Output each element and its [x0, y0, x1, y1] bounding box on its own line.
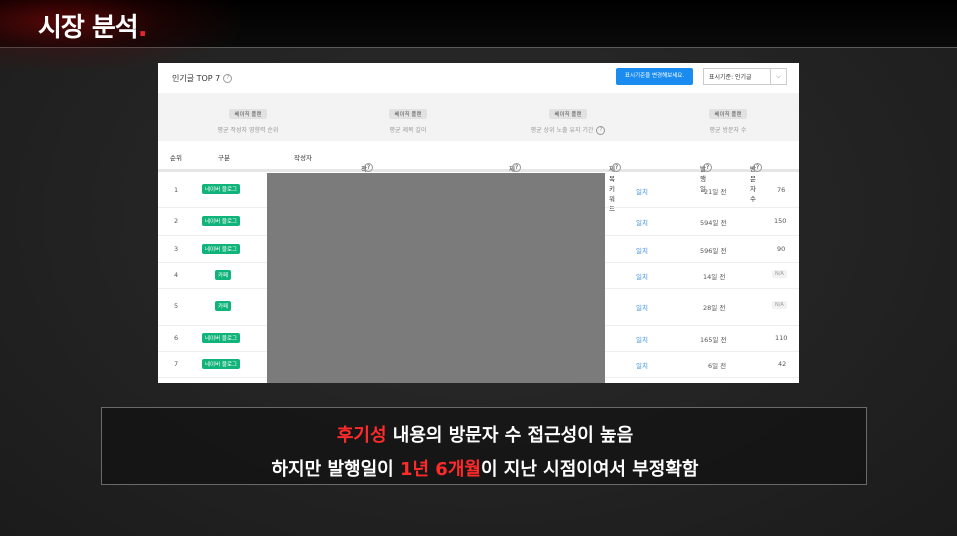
publish-date-cell: 165일 전	[700, 336, 727, 344]
visitors-cell: 76	[777, 186, 786, 194]
publish-date-cell: 28일 전	[703, 304, 726, 312]
keyword-match-link[interactable]: 일치	[636, 245, 648, 255]
keyword-match-link[interactable]: 일치	[636, 271, 648, 281]
caption-highlight: 후기성	[336, 425, 387, 446]
type-badge: 카페	[215, 301, 232, 311]
keyword-match-link[interactable]: 일치	[636, 217, 648, 227]
visitors-cell: 150	[774, 217, 787, 225]
type-badge: 카페	[215, 270, 232, 280]
plan-badge: 베이직 플랜	[389, 109, 427, 119]
visitors-na-badge: N/A	[772, 270, 787, 278]
publish-date-cell: 6일 전	[708, 362, 727, 370]
summary-label: 평균 상위 노출 유지 기간?	[493, 125, 643, 135]
summary-label: 평균 작성자 영향력 순위	[217, 127, 279, 134]
visitors-cell: 42	[778, 360, 787, 368]
rank-cell: 4	[174, 271, 179, 279]
change-criteria-button[interactable]: 표시기준을 변경해보세요.	[616, 68, 693, 85]
title-dot: .	[137, 13, 148, 43]
plan-badge: 베이직 플랜	[709, 109, 747, 119]
summary-label: 평균 제목 길이	[389, 127, 427, 134]
type-badge: 네이버 블로그	[202, 359, 241, 369]
keyword-match-link[interactable]: 일치	[636, 360, 648, 370]
keyword-match-link[interactable]: 일치	[636, 334, 648, 344]
col-author: 작성자	[294, 154, 312, 162]
caption-line-1: 후기성 내용의 방문자 수 접근성이 높음	[336, 425, 634, 446]
publish-date-cell: 596일 전	[700, 247, 727, 255]
summary-cell: 베이직 플랜 평균 상위 노출 유지 기간?	[493, 101, 643, 135]
plan-badge: 베이직 플랜	[549, 109, 587, 119]
display-criteria-select[interactable]: 표시기준: 인기글 ⌵	[703, 68, 787, 85]
visitors-cell: 110	[775, 334, 788, 342]
rank-cell: 1	[174, 186, 179, 194]
publish-date-cell: 594일 전	[700, 219, 727, 227]
rank-cell: 5	[174, 302, 179, 310]
help-icon[interactable]: ?	[223, 74, 233, 83]
help-icon[interactable]: ?	[612, 163, 621, 172]
help-icon[interactable]: ?	[596, 126, 606, 135]
publish-date-cell: 21일 전	[704, 188, 727, 196]
rank-cell: 6	[174, 334, 179, 342]
help-icon[interactable]: ?	[512, 163, 521, 172]
help-icon[interactable]: ?	[753, 163, 762, 172]
chevron-down-icon: ⌵	[770, 69, 786, 84]
visitors-cell: 90	[777, 245, 786, 253]
type-badge: 네이버 블로그	[202, 184, 241, 194]
type-badge: 네이버 블로그	[202, 333, 241, 343]
summary-cell: 베이직 플랜 평균 제목 길이	[333, 101, 483, 134]
summary-cell: 베이직 플랜 평균 작성자 영향력 순위	[173, 101, 323, 134]
summary-label: 평균 방문자 수	[709, 127, 747, 134]
plan-badge: 베이직 플랜	[229, 109, 267, 119]
summary-bar: 베이직 플랜 평균 작성자 영향력 순위 베이직 플랜 평균 제목 길이 베이직…	[158, 93, 799, 141]
redacted-block	[267, 173, 605, 383]
keyword-match-link[interactable]: 일치	[636, 186, 648, 196]
keyword-match-link[interactable]: 일치	[636, 302, 648, 312]
rank-cell: 7	[174, 360, 179, 368]
rank-cell: 3	[174, 245, 179, 253]
type-badge: 네이버 블로그	[202, 216, 241, 226]
panel-title: 인기글 TOP 7?	[172, 73, 233, 84]
visitors-na-badge: N/A	[772, 301, 787, 309]
caption-box: 후기성 내용의 방문자 수 접근성이 높음 하지만 발행일이 1년 6개월이 지…	[101, 407, 867, 485]
table-header: 순위 구분 작성자 작성자 영향력 순위? 제목? 제목 키워드? 발행일? 방…	[158, 141, 799, 243]
popular-posts-panel: 인기글 TOP 7? 표시기준을 변경해보세요. 표시기준: 인기글 ⌵ 베이직 …	[158, 63, 799, 383]
summary-cell: 베이직 플랜 평균 방문자 수	[653, 101, 799, 134]
col-type: 구분	[218, 154, 230, 162]
caption-line-2: 하지만 발행일이 1년 6개월이 지난 시점이여서 부정확함	[271, 459, 699, 480]
panel-header: 인기글 TOP 7? 표시기준을 변경해보세요. 표시기준: 인기글 ⌵	[158, 63, 799, 93]
page-title: 시장 분석.	[38, 13, 148, 43]
help-icon[interactable]: ?	[364, 163, 373, 172]
caption-highlight: 1년 6개월	[399, 459, 481, 480]
rank-cell: 2	[174, 217, 179, 225]
publish-date-cell: 14일 전	[703, 273, 726, 281]
type-badge: 네이버 블로그	[202, 244, 241, 254]
help-icon[interactable]: ?	[703, 163, 712, 172]
col-rank: 순위	[170, 154, 182, 162]
